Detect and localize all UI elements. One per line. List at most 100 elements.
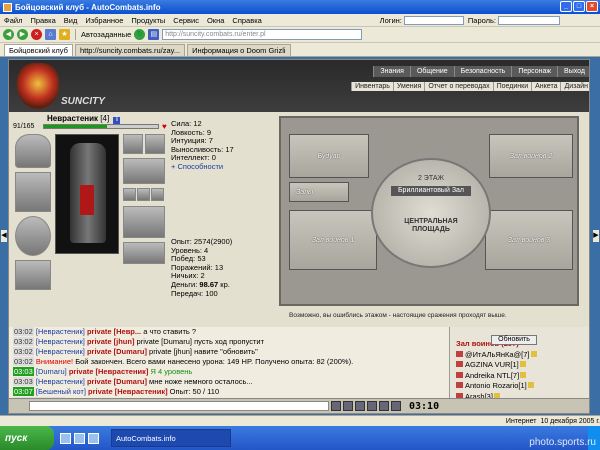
login-input[interactable] (403, 15, 464, 25)
current-room[interactable]: Бриллиантовый Зал (391, 186, 471, 196)
menu-edit[interactable]: Правка (26, 16, 59, 25)
menu-file[interactable]: Файл (0, 16, 26, 25)
chat-sender[interactable]: Внимание! (36, 357, 73, 366)
quicklaunch-media-icon[interactable] (88, 432, 99, 444)
earring-slot[interactable] (123, 134, 143, 154)
nav-knowledge[interactable]: Знания (373, 66, 410, 77)
gloves-slot[interactable] (123, 158, 165, 184)
info-icon[interactable]: i (113, 117, 121, 124)
boots-slot[interactable] (123, 242, 165, 264)
left-panel-toggle-icon[interactable]: ◀ (1, 230, 7, 242)
menu-products[interactable]: Продукты (127, 16, 169, 25)
ring-slot-2[interactable] (137, 188, 150, 201)
player-name[interactable]: Andreika NTL[7] (465, 371, 519, 380)
player-info-icon[interactable] (527, 382, 534, 388)
player-info-icon[interactable] (530, 350, 537, 357)
menu-tools[interactable]: Сервис (169, 16, 203, 25)
weapon-slot[interactable] (15, 172, 51, 212)
tab-doom-grizli[interactable]: Информация о Doom Grizli (187, 44, 291, 56)
chat-sender[interactable]: [Неврастеник] (36, 347, 85, 356)
forward-icon[interactable]: ▶ (17, 29, 28, 40)
helmet-slot[interactable] (15, 134, 51, 168)
address-input[interactable]: http://suncity.combats.ru/enter.pl (162, 29, 363, 40)
tab-suncity[interactable]: http://suncity.combats.ru/zay... (74, 44, 186, 56)
room-warriors-1[interactable]: Зал воинов 1 (289, 210, 377, 270)
room-warriors-3[interactable]: Зал воинов 3 (485, 210, 573, 270)
map-note: Возможно, вы ошиблись этажом - настоящие… (289, 312, 507, 319)
chat-input[interactable] (29, 401, 329, 411)
chat-private-tag[interactable]: private [Dumaru] (87, 347, 147, 356)
chat-private-tag[interactable]: private [Неврастеник] (69, 367, 149, 376)
amulet-slot[interactable] (145, 134, 165, 154)
menu-help[interactable]: Справка (228, 16, 265, 25)
player-info-icon[interactable] (519, 361, 526, 367)
stop-icon[interactable]: × (31, 29, 42, 40)
start-button[interactable]: пуск (0, 426, 54, 450)
player-info-icon[interactable] (505, 414, 511, 415)
subnav-inventory[interactable]: Инвентарь (351, 82, 393, 91)
chat-time: 03:03 (13, 377, 34, 386)
home-icon[interactable]: ⌂ (45, 29, 56, 40)
sound-icon[interactable] (391, 401, 401, 411)
send-icon[interactable] (331, 401, 341, 411)
chat-private-tag[interactable]: private [Dumaru] (87, 377, 147, 386)
chat-sender[interactable]: [Неврастеник] (36, 377, 85, 386)
player-info-icon[interactable] (520, 371, 527, 378)
menu-view[interactable]: Вид (60, 16, 82, 25)
tab-fight-club[interactable]: Бойцовский клуб (4, 44, 73, 56)
ring-slot-1[interactable] (123, 188, 136, 201)
subnav-skills[interactable]: Умения (392, 82, 424, 91)
close-button[interactable]: × (586, 1, 598, 12)
nav-communication[interactable]: Общение (409, 66, 454, 77)
player-entry[interactable]: AGZINA VUR[1] (456, 360, 589, 371)
chat-private-tag[interactable]: private [Невр... (87, 327, 141, 336)
filter-icon[interactable] (367, 401, 377, 411)
refresh-button[interactable]: Обновить (491, 335, 537, 345)
nav-exit[interactable]: Выход (557, 66, 589, 77)
minimize-button[interactable]: _ (560, 1, 572, 12)
quicklaunch-ie-icon[interactable] (60, 432, 71, 444)
abilities-link[interactable]: + Способности (171, 162, 234, 172)
chat-sender[interactable]: [Бешеный кот] (36, 387, 86, 396)
maximize-button[interactable]: □ (573, 1, 585, 12)
shield-slot[interactable] (123, 206, 165, 238)
player-name[interactable]: AGZINA VUR[1] (465, 360, 519, 369)
refresh-icon[interactable]: ↻ (134, 29, 146, 40)
smiles-icon[interactable] (355, 401, 365, 411)
chat-sender[interactable]: [Dumaru] (36, 367, 67, 376)
chat-private-tag[interactable]: private [jhun] (87, 337, 135, 346)
nav-security[interactable]: Безопасность (453, 66, 512, 77)
settings-icon[interactable] (379, 401, 389, 411)
subnav-design[interactable]: Дизайн (560, 82, 589, 91)
password-input[interactable] (498, 15, 560, 25)
right-panel-toggle-icon[interactable]: ▶ (593, 230, 599, 242)
room-warriors-2[interactable]: Зал воинов 2 (489, 134, 573, 178)
player-entry[interactable]: @ИтАЛьЯнКа@[7] (456, 350, 589, 361)
menu-windows[interactable]: Окна (203, 16, 228, 25)
player-entry[interactable]: Andreika NTL[7] (456, 371, 589, 382)
clear-icon[interactable] (343, 401, 353, 411)
player-name[interactable]: @ИтАЛьЯнКа@[7] (465, 350, 530, 359)
subnav-transfers[interactable]: Отчет о переводах (424, 82, 492, 91)
chat-sender[interactable]: [Неврастеник] (36, 327, 85, 336)
subnav-profile[interactable]: Анкета (531, 82, 560, 91)
autofill-button[interactable]: Автозаданные (81, 30, 131, 39)
belt-slot[interactable] (15, 260, 51, 290)
player-name[interactable]: Antonio Rozario[1] (465, 381, 527, 390)
print-icon[interactable]: ▤ (148, 29, 160, 40)
quicklaunch-desktop-icon[interactable] (74, 432, 85, 444)
armor-slot[interactable] (15, 216, 51, 256)
room-halls[interactable]: Залы (289, 182, 349, 202)
nav-character[interactable]: Персонаж (511, 66, 558, 77)
favorites-icon[interactable]: ★ (59, 29, 70, 40)
ring-slot-3[interactable] (151, 188, 164, 201)
character-name[interactable]: Неврастеник [4] i (47, 114, 121, 124)
taskbar-item-browser[interactable]: AutoCombats.info (111, 429, 231, 447)
chat-sender[interactable]: [Неврастеник] (36, 337, 85, 346)
menu-favorites[interactable]: Избранное (81, 16, 127, 25)
room-boudoir[interactable]: Будуар (289, 134, 369, 178)
chat-private-tag[interactable]: private [Неврастеник] (88, 387, 168, 396)
subnav-fights[interactable]: Поединки (492, 82, 532, 91)
back-icon[interactable]: ◀ (3, 29, 14, 40)
player-entry[interactable]: Antonio Rozario[1] (456, 381, 589, 392)
